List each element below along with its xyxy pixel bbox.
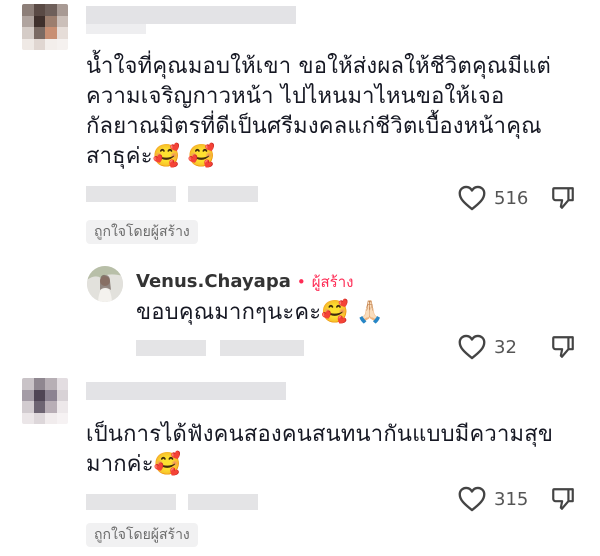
reply-button-redacted[interactable] — [188, 494, 258, 510]
timestamp-redacted — [86, 186, 176, 202]
dislike-button[interactable] — [550, 334, 576, 364]
heart-outline-icon — [458, 185, 486, 211]
dislike-button[interactable] — [550, 486, 576, 516]
separator-dot: • — [296, 273, 306, 291]
timestamp-redacted — [136, 340, 206, 356]
creator-avatar-image — [87, 266, 123, 302]
thumbs-down-outline-icon — [552, 187, 574, 209]
reply-author[interactable]: Venus.Chayapa — [136, 271, 291, 292]
avatar[interactable] — [22, 378, 68, 424]
thumbs-down-outline-icon — [552, 336, 574, 358]
creator-liked-badge: ถูกใจโดยผู้สร้าง — [86, 523, 198, 547]
creator-label: ผู้สร้าง — [311, 273, 354, 291]
timestamp-redacted — [86, 494, 176, 510]
creator-liked-badge: ถูกใจโดยผู้สร้าง — [86, 220, 198, 244]
avatar[interactable] — [22, 4, 68, 50]
username-redacted — [86, 382, 286, 400]
creator-avatar[interactable] — [87, 266, 123, 302]
heart-outline-icon — [458, 334, 486, 360]
like-count: 32 — [494, 336, 517, 358]
comment-text: เป็นการได้ฟังคนสองคนสนทนากันแบบมีความสุข… — [86, 422, 554, 477]
like-button[interactable]: 315 — [458, 486, 528, 512]
like-button[interactable]: 516 — [458, 185, 528, 211]
like-count: 516 — [494, 187, 529, 209]
comment-text: น้ำใจที่คุณมอบให้เขา ขอให้ส่งผลให้ชีวิตค… — [86, 54, 552, 169]
username-redacted — [86, 6, 296, 24]
dislike-button[interactable] — [550, 185, 576, 215]
reply-button-redacted[interactable] — [220, 340, 304, 356]
like-count: 315 — [494, 488, 529, 510]
heart-outline-icon — [458, 486, 486, 512]
thumbs-down-outline-icon — [552, 488, 574, 510]
username-redacted — [86, 24, 146, 34]
reply-text: ขอบคุณมากๆนะคะ🥰 🙏🏻 — [136, 300, 384, 325]
reply-button-redacted[interactable] — [188, 186, 258, 202]
like-button[interactable]: 32 — [458, 334, 517, 360]
